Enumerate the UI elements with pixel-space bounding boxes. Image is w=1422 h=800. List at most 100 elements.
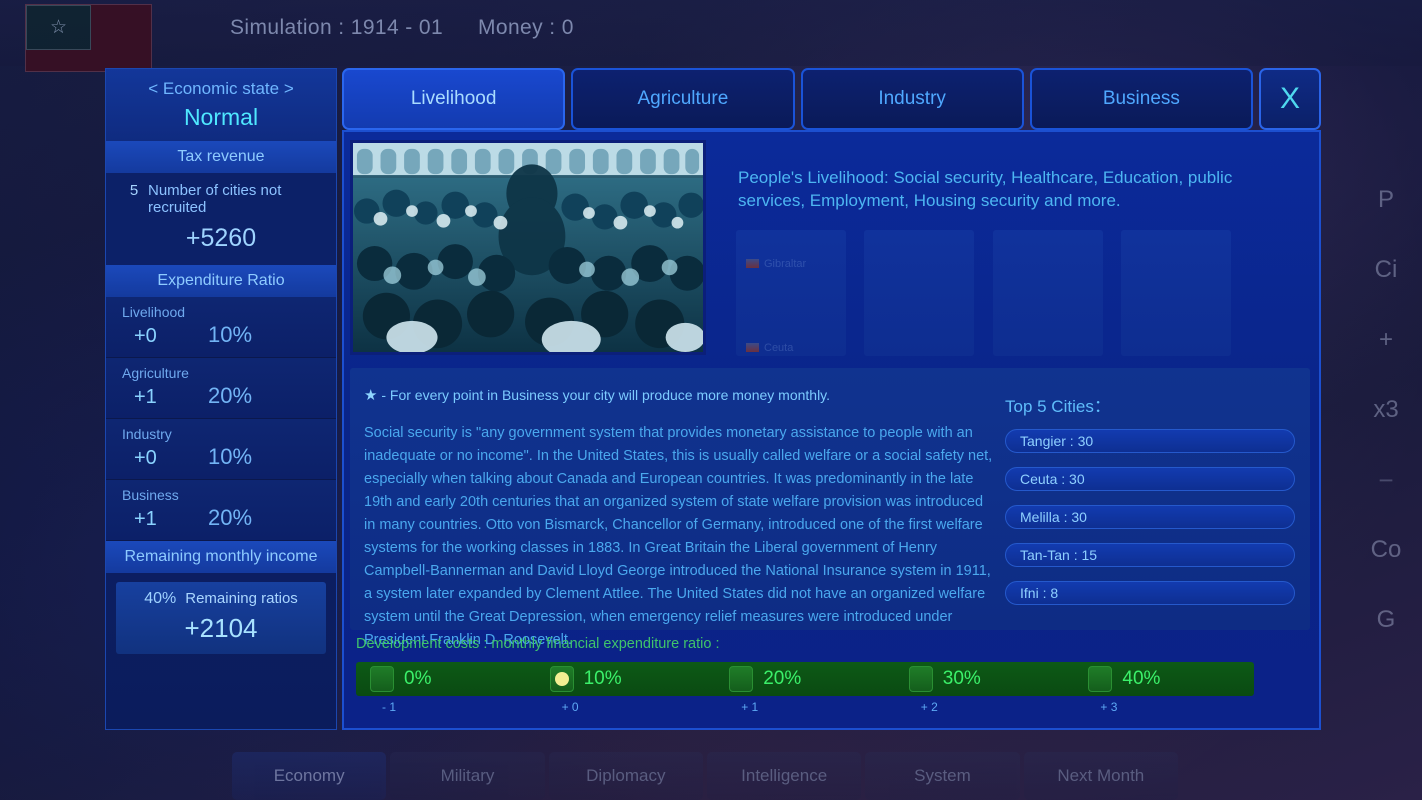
star-icon: ★ (364, 387, 378, 404)
expenditure-row-livelihood[interactable]: Livelihood +0 10% (106, 297, 336, 358)
expenditure-option-3[interactable]: 30% (895, 662, 1075, 696)
economic-state-title[interactable]: < Economic state > (106, 77, 336, 101)
city-slot-3[interactable] (1121, 230, 1231, 356)
historical-crowd-photo (350, 140, 706, 355)
rail-button-p[interactable]: P (1350, 165, 1422, 235)
city-slot-0[interactable]: Gibraltar Ceuta (736, 230, 846, 356)
expenditure-option-percent: 40% (1122, 668, 1161, 689)
top-city-row[interactable]: Tangier : 30 (1005, 429, 1295, 453)
uk-flag-icon (746, 259, 759, 268)
expenditure-option-2[interactable]: 20% (715, 662, 895, 696)
expenditure-percent: 20% (208, 505, 253, 530)
radio-box-icon (729, 666, 754, 692)
remaining-ratio-label: Remaining ratios (185, 590, 298, 607)
top-city-row[interactable]: Ifni : 8 (1005, 581, 1295, 605)
tab-industry[interactable]: Industry (800, 68, 1024, 130)
nav-military[interactable]: Military (390, 752, 545, 800)
morocco-flag-star-icon: ☆ (26, 5, 91, 50)
expenditure-row-business[interactable]: Business +1 20% (106, 480, 336, 541)
expenditure-delta: +1 (134, 508, 157, 530)
expenditure-delta: +1 (134, 386, 157, 408)
expenditure-option-4[interactable]: 40% (1074, 662, 1254, 696)
rail-button-co[interactable]: Co (1350, 515, 1422, 585)
expenditure-tick-labels: - 1 + 0 + 1 + 2 + 3 (356, 700, 1254, 718)
rail-button-ci[interactable]: Ci (1350, 235, 1422, 305)
tick-label: + 0 (561, 700, 579, 714)
tick-label: + 2 (920, 700, 938, 714)
tick-label: + 3 (1100, 700, 1118, 714)
tax-revenue-section: 5 Number of cities not recruited +5260 (106, 173, 336, 265)
rail-button-g[interactable]: G (1350, 585, 1422, 655)
simulation-date: Simulation : 1914 - 01 (230, 16, 444, 39)
nation-flag: ☆ (25, 4, 152, 72)
cities-not-recruited-label: Number of cities not recruited (148, 182, 282, 216)
expenditure-percent: 10% (208, 444, 253, 469)
ghost-item-ceuta: Ceuta (746, 342, 793, 354)
nav-next-month[interactable]: Next Month (1023, 752, 1178, 800)
radio-box-icon (908, 666, 933, 692)
expenditure-category: Industry (122, 426, 172, 442)
remaining-income-header: Remaining monthly income (106, 541, 336, 573)
nav-economy[interactable]: Economy (232, 752, 387, 800)
expenditure-option-1[interactable]: 10% (536, 662, 716, 696)
expenditure-category: Business (122, 487, 179, 503)
rail-button-speed[interactable]: x3 (1350, 375, 1422, 445)
expenditure-percent: 10% (208, 322, 253, 347)
expenditure-option-percent: 10% (583, 668, 622, 689)
development-costs-title: Development costs : monthly financial ex… (356, 636, 720, 652)
top-status-bar: ☆ Simulation : 1914 - 01 Money : 0 (0, 0, 1422, 72)
livelihood-content-panel: People's Livelihood: Social security, He… (342, 130, 1321, 730)
expenditure-option-0[interactable]: 0% (356, 662, 536, 696)
economic-state-value: Normal (183, 104, 259, 130)
hero-row: People's Livelihood: Social security, He… (350, 140, 1310, 362)
remaining-income-amount: +2104 (184, 613, 258, 643)
close-icon[interactable]: X (1259, 68, 1321, 130)
business-bonus-note: ★ - For every point in Business your cit… (364, 386, 830, 404)
top-city-row[interactable]: Tan-Tan : 15 (1005, 543, 1295, 567)
tax-revenue-header: Tax revenue (106, 141, 336, 173)
economy-summary-panel: < Economic state > Normal Tax revenue 5 … (105, 68, 337, 730)
tab-agriculture[interactable]: Agriculture (571, 68, 795, 130)
city-slot-2[interactable] (993, 230, 1103, 356)
ghost-item-gibraltar: Gibraltar (746, 258, 806, 270)
expenditure-ratio-selector: 0% 10% 20% 30% 40% (356, 662, 1254, 696)
tax-revenue-amount: +5260 (185, 224, 257, 252)
right-control-rail: P Ci + x3 − Co G (1350, 165, 1422, 655)
article-text: Social security is "any government syste… (364, 425, 993, 648)
tick-label: - 1 (382, 700, 397, 714)
money-readout: Money : 0 (478, 16, 574, 39)
selected-dot-icon (554, 672, 569, 686)
city-slot-1[interactable] (864, 230, 974, 356)
remaining-ratio-value: 40% (144, 590, 177, 607)
rail-button-plus[interactable]: + (1350, 305, 1422, 375)
rail-button-minus[interactable]: − (1350, 445, 1422, 515)
radio-box-icon (549, 666, 574, 692)
article-box: ★ - For every point in Business your cit… (350, 368, 1310, 648)
expenditure-option-percent: 30% (942, 668, 981, 689)
nav-system[interactable]: System (865, 752, 1020, 800)
economic-state-header: < Economic state > Normal (106, 69, 336, 141)
economy-dialog: < Economic state > Normal Tax revenue 5 … (105, 68, 1321, 733)
business-bonus-text: - For every point in Business your city … (381, 387, 831, 403)
category-tabs: Livelihood Agriculture Industry Business… (342, 68, 1321, 130)
expenditure-row-industry[interactable]: Industry +0 10% (106, 419, 336, 480)
spain-flag-icon (746, 343, 759, 352)
top-city-row[interactable]: Melilla : 30 (1005, 505, 1295, 529)
nav-intelligence[interactable]: Intelligence (706, 752, 862, 800)
tab-business[interactable]: Business (1029, 68, 1253, 130)
top-city-row[interactable]: Ceuta : 30 (1005, 467, 1295, 491)
nav-diplomacy[interactable]: Diplomacy (548, 752, 703, 800)
star-icon: ☆ (49, 17, 68, 38)
expenditure-delta: +0 (134, 447, 157, 469)
expenditure-category: Agriculture (122, 365, 189, 381)
expenditure-row-agriculture[interactable]: Agriculture +1 20% (106, 358, 336, 419)
top-cities-title: Top 5 Cities： (1005, 397, 1111, 416)
livelihood-description: People's Livelihood: Social security, He… (738, 168, 1233, 210)
cities-not-recruited-count: 5 (129, 182, 139, 199)
remaining-income-section: 40% Remaining ratios +2104 (106, 573, 336, 666)
radio-box-icon (370, 666, 394, 692)
expenditure-category: Livelihood (122, 304, 186, 320)
bottom-navigation: Economy Military Diplomacy Intelligence … (232, 752, 1182, 800)
tab-livelihood[interactable]: Livelihood (342, 68, 566, 130)
radio-box-icon (1088, 666, 1113, 692)
